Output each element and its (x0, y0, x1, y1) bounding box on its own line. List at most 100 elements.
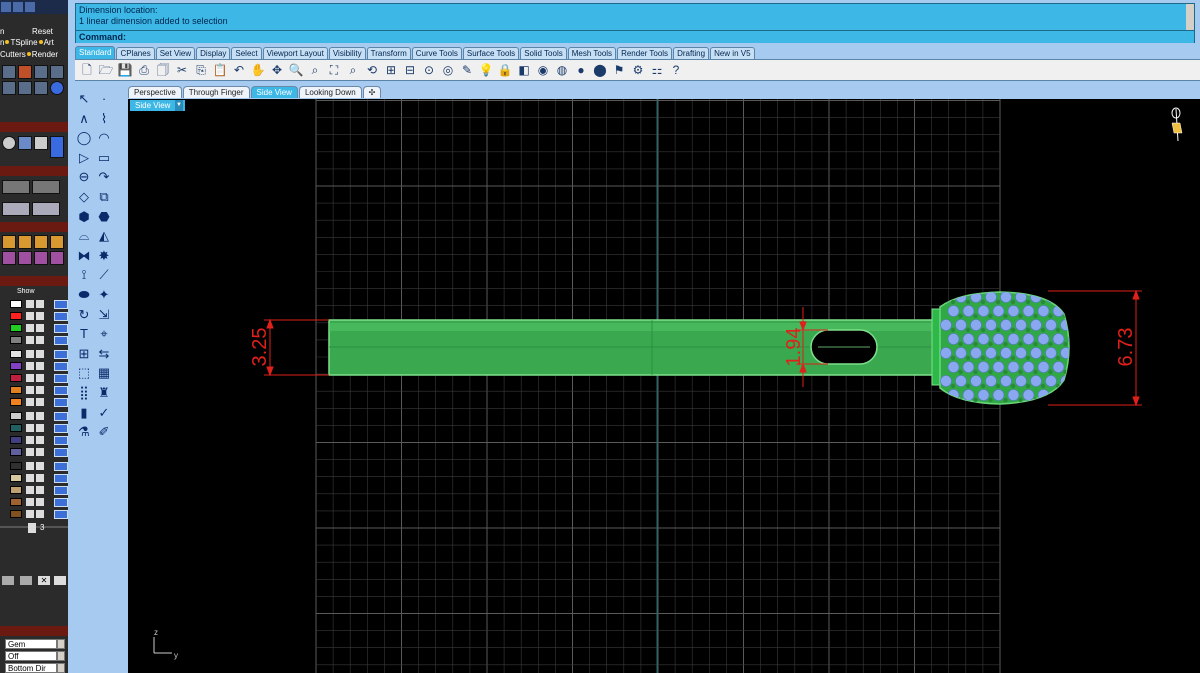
import-icon[interactable]: 🗍 (155, 62, 171, 78)
layer-row[interactable] (0, 397, 68, 407)
command-history-scrollbar[interactable] (1186, 4, 1194, 30)
layer-color-swatch[interactable] (10, 474, 22, 482)
lock-icon[interactable] (36, 412, 44, 420)
layer-material-icon[interactable] (54, 323, 68, 333)
curve-icon[interactable]: ⌇ (95, 110, 113, 128)
layer-visibility-icon[interactable] (26, 412, 34, 420)
layer-material-icon[interactable] (54, 509, 68, 519)
lock-icon[interactable] (36, 474, 44, 482)
layer-visibility-icon[interactable] (26, 462, 34, 470)
rectangle-icon[interactable]: ▭ (95, 149, 113, 167)
layer-row[interactable] (0, 447, 68, 457)
tool-button[interactable] (34, 136, 48, 150)
tool-button[interactable] (2, 202, 30, 216)
layer-color-swatch[interactable] (10, 510, 22, 518)
surface-icon[interactable]: ◇ (75, 188, 93, 206)
pager-button[interactable] (2, 576, 14, 585)
layer-row[interactable] (0, 485, 68, 495)
toolbar-tab-drafting[interactable]: Drafting (673, 47, 710, 59)
explode-icon[interactable]: ✸ (95, 247, 113, 265)
point-icon[interactable]: · (95, 90, 113, 108)
layer-visibility-icon[interactable] (26, 324, 34, 332)
toolbar-tab-display[interactable]: Display (196, 47, 231, 59)
panel-back-icon[interactable] (13, 2, 23, 12)
lock-icon[interactable] (36, 300, 44, 308)
layer-visibility-icon[interactable] (26, 510, 34, 518)
rotate-icon[interactable]: ✥ (269, 62, 285, 78)
layer-color-swatch[interactable] (10, 386, 22, 394)
layer-row[interactable] (0, 509, 68, 519)
polyline-icon[interactable]: ∧ (75, 110, 93, 128)
circle-icon[interactable]: ◯ (75, 129, 93, 147)
hatch-icon[interactable]: ▦ (95, 364, 113, 382)
layer-material-icon[interactable] (54, 423, 68, 433)
tspline-tab[interactable]: TSpline (10, 38, 37, 47)
move-icon[interactable]: ✦ (95, 286, 113, 304)
close-icon[interactable]: ✕ (38, 576, 50, 585)
scale-icon[interactable]: ⇲ (95, 306, 113, 324)
pan-icon[interactable]: ✋ (250, 62, 266, 78)
layer-color-swatch[interactable] (10, 362, 22, 370)
lock-icon[interactable]: 🔒 (497, 62, 513, 78)
layer-visibility-icon[interactable] (26, 436, 34, 444)
layer-color-swatch[interactable] (10, 398, 22, 406)
ellipse-icon[interactable]: ⊖ (75, 168, 93, 186)
extrude-icon[interactable]: ⌓ (75, 227, 93, 245)
paste-icon[interactable]: 📋 (212, 62, 228, 78)
layer-color-swatch[interactable] (10, 498, 22, 506)
layer-row[interactable] (0, 299, 68, 309)
layer-row[interactable] (0, 411, 68, 421)
tool-button[interactable] (2, 180, 30, 194)
toolbar-tab-cplanes[interactable]: CPlanes (116, 47, 155, 59)
array-icon[interactable]: ⊞ (75, 345, 93, 363)
tool-button[interactable] (2, 251, 16, 265)
save-icon[interactable]: 💾 (117, 62, 133, 78)
four-viewports-icon[interactable]: ⊞ (383, 62, 399, 78)
toolbar-tab-curve-tools[interactable]: Curve Tools (411, 47, 462, 59)
lock-icon[interactable] (36, 312, 44, 320)
cplane-icon[interactable]: ⊟ (402, 62, 418, 78)
gear-icon[interactable]: ⚙ (630, 62, 646, 78)
layer-visibility-icon[interactable] (26, 386, 34, 394)
direction-field[interactable]: Bottom Dir (5, 663, 57, 673)
tool-button[interactable] (34, 65, 48, 79)
layer-color-swatch[interactable] (10, 374, 22, 382)
lock-icon[interactable] (36, 324, 44, 332)
plugin-icon[interactable]: ⚏ (649, 62, 665, 78)
layer-color-swatch[interactable] (10, 336, 22, 344)
lock-icon[interactable] (36, 374, 44, 382)
lock-icon[interactable] (36, 350, 44, 358)
dim-icon[interactable]: ⌖ (95, 325, 113, 343)
command-input[interactable]: Command: (76, 30, 1194, 43)
dimension-shank[interactable] (264, 318, 329, 377)
reset-button[interactable]: Reset (32, 27, 53, 36)
tool-button[interactable] (34, 251, 48, 265)
panel-item[interactable]: n (0, 38, 4, 47)
tool-button[interactable] (18, 235, 32, 249)
lock-icon[interactable] (36, 424, 44, 432)
layer-row[interactable] (0, 311, 68, 321)
option-field[interactable]: Off (5, 651, 57, 661)
layer-row[interactable] (0, 335, 68, 345)
layer-material-icon[interactable] (54, 385, 68, 395)
lock-icon[interactable] (36, 336, 44, 344)
add-viewport-tab-icon[interactable]: ✣ (362, 86, 382, 98)
tool-button[interactable] (18, 65, 32, 79)
layer-color-swatch[interactable] (10, 448, 22, 456)
split-icon[interactable]: ⟟ (75, 266, 93, 284)
zoom-icon[interactable]: 🔍 (288, 62, 304, 78)
render-obj-icon[interactable]: ▮ (75, 404, 93, 422)
toolbar-tab-solid-tools[interactable]: Solid Tools (520, 47, 567, 59)
chevron-down-icon[interactable] (57, 663, 65, 673)
layer-visibility-icon[interactable] (26, 362, 34, 370)
toolbar-tab-new-in-v5[interactable]: New in V5 (710, 47, 755, 59)
layer-row[interactable] (0, 349, 68, 359)
help-icon[interactable]: ? (668, 62, 684, 78)
toolbar-tab-select[interactable]: Select (231, 47, 262, 59)
layer-color-swatch[interactable] (10, 324, 22, 332)
arc-icon[interactable]: ◠ (95, 129, 113, 147)
layer-material-icon[interactable] (54, 349, 68, 359)
shaded-icon[interactable]: ● (573, 62, 589, 78)
cut-icon[interactable]: ✂ (174, 62, 190, 78)
light-icon[interactable]: 💡 (478, 62, 494, 78)
